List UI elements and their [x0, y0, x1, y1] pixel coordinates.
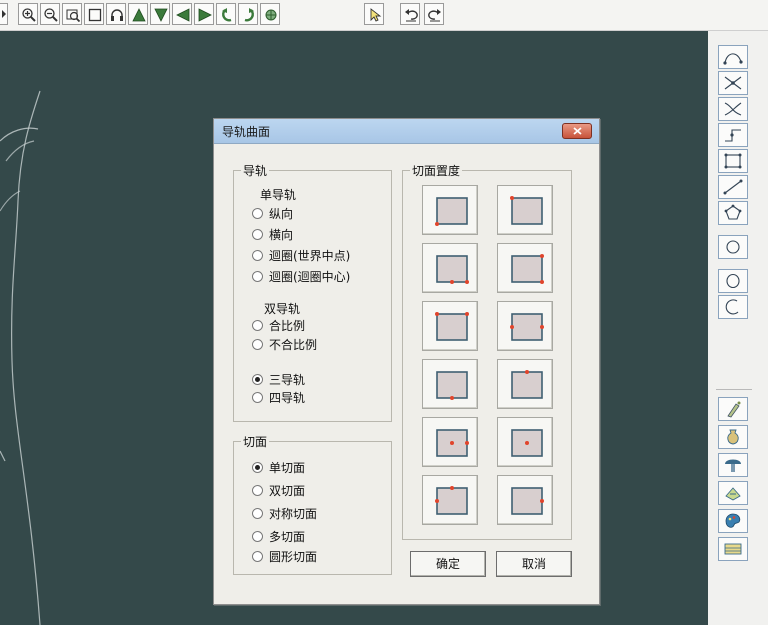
rectangle-icon[interactable]	[84, 3, 104, 25]
curve-step-icon[interactable]	[718, 123, 748, 147]
section-square-icon	[436, 371, 468, 400]
rotate-right-icon[interactable]	[238, 3, 258, 25]
undo-icon[interactable]	[400, 3, 420, 25]
layers-icon[interactable]	[718, 537, 748, 561]
radio-multi-section[interactable]: 多切面	[252, 528, 305, 544]
radio-circle[interactable]	[252, 484, 263, 496]
radio-circle-selected[interactable]	[252, 373, 263, 385]
section-square-icon	[511, 487, 544, 515]
palette-icon[interactable]	[718, 509, 748, 533]
radio-circle[interactable]	[252, 207, 263, 219]
ellipse-icon[interactable]	[718, 269, 748, 293]
spray-icon[interactable]	[718, 397, 748, 421]
close-button[interactable]	[562, 123, 592, 139]
radio-circle[interactable]	[252, 338, 263, 350]
section-square-icon	[436, 429, 469, 457]
cancel-button[interactable]: 取消	[496, 551, 572, 577]
circle-icon[interactable]	[718, 235, 748, 259]
curve-merge-icon[interactable]	[718, 97, 748, 121]
vase-icon[interactable]	[718, 425, 748, 449]
section-square-icon	[435, 486, 468, 515]
rail-group-title: 导轨	[241, 162, 270, 179]
section-square-icon	[436, 255, 469, 284]
ok-button[interactable]: 确定	[410, 551, 486, 577]
arc-icon[interactable]	[718, 295, 748, 319]
section-placement-tile[interactable]	[497, 359, 553, 409]
radio-circle[interactable]	[252, 550, 263, 562]
radio-circle[interactable]	[252, 319, 263, 331]
line-icon[interactable]	[718, 175, 748, 199]
section-placement-tile[interactable]	[422, 359, 478, 409]
dialog-title: 导轨曲面	[222, 125, 271, 139]
mushroom-icon[interactable]	[718, 453, 748, 477]
section-placement-tile[interactable]	[497, 301, 553, 351]
dialog-title-bar[interactable]: 导轨曲面	[214, 119, 599, 144]
rotate-left-icon[interactable]	[216, 3, 236, 25]
rotate-view-icon[interactable]	[260, 3, 280, 25]
rail-surface-dialog: 导轨曲面 导轨 单导轨 纵向 横向 迴圈(世界中点) 迴圈(迴圈中心) 双导轨 …	[213, 118, 600, 605]
radio-single-section[interactable]: 单切面	[252, 459, 305, 475]
radio-longitudinal[interactable]: 纵向	[252, 205, 293, 221]
radio-proportional[interactable]: 合比例	[252, 317, 305, 333]
section-square-icon	[435, 312, 469, 341]
top-toolbar	[0, 0, 768, 31]
section-square-icon	[511, 254, 544, 284]
radio-circle[interactable]	[252, 530, 263, 542]
arrow-down-icon[interactable]	[150, 3, 170, 25]
sketch-curves	[0, 90, 41, 625]
section-placement-tile[interactable]	[422, 417, 478, 467]
single-rail-title: 单导轨	[260, 188, 297, 202]
polygon-icon[interactable]	[718, 201, 748, 225]
radio-circle[interactable]	[252, 391, 263, 403]
zoom-in-icon[interactable]	[18, 3, 38, 25]
arrow-left-icon[interactable]	[172, 3, 192, 25]
section-square-icon	[510, 313, 544, 341]
radio-symmetric-section[interactable]: 对称切面	[252, 505, 317, 521]
section-square-icon	[511, 370, 543, 399]
radio-circle-selected[interactable]	[252, 461, 263, 473]
radio-circular-section[interactable]: 圆形切面	[252, 548, 317, 564]
radio-double-section[interactable]: 双切面	[252, 482, 305, 498]
radio-non-proportional[interactable]: 不合比例	[252, 336, 317, 352]
arrow-up-icon[interactable]	[128, 3, 148, 25]
radio-four-rails[interactable]: 四导轨	[252, 389, 305, 405]
caret-right-icon[interactable]	[0, 3, 8, 25]
radio-circle[interactable]	[252, 249, 263, 261]
radio-three-rails[interactable]: 三导轨	[252, 371, 305, 387]
section-placement-tile[interactable]	[422, 301, 478, 351]
toolbar-separator	[716, 389, 752, 390]
curve-bezier-icon[interactable]	[718, 45, 748, 69]
radio-circle[interactable]	[252, 270, 263, 282]
section-square-icon	[511, 429, 543, 457]
section-placement-tile[interactable]	[422, 185, 478, 235]
headphones-icon[interactable]	[106, 3, 126, 25]
curve-cross-icon[interactable]	[718, 71, 748, 95]
box-grid-icon[interactable]	[718, 149, 748, 173]
section-placement-tile[interactable]	[497, 417, 553, 467]
fill-icon[interactable]	[718, 481, 748, 505]
arrow-right-icon[interactable]	[194, 3, 214, 25]
section-placement-tile[interactable]	[422, 475, 478, 525]
section-square-icon	[435, 197, 468, 226]
section-placement-tile[interactable]	[497, 185, 553, 235]
section-group-title: 切面	[241, 433, 270, 450]
radio-transverse[interactable]: 横向	[252, 226, 293, 242]
double-rail-title: 双导轨	[264, 302, 301, 316]
redo-icon[interactable]	[424, 3, 444, 25]
radio-circle[interactable]	[252, 507, 263, 519]
section-placement-tile[interactable]	[497, 475, 553, 525]
section-square-icon	[510, 196, 543, 225]
section-placement-tile[interactable]	[497, 243, 553, 293]
zoom-window-icon[interactable]	[62, 3, 82, 25]
radio-loop-world-center[interactable]: 迴圈(世界中点)	[252, 247, 350, 263]
section-placement-title: 切面置度	[410, 162, 463, 179]
zoom-out-icon[interactable]	[40, 3, 60, 25]
radio-circle[interactable]	[252, 228, 263, 240]
pointer-icon[interactable]	[364, 3, 384, 25]
right-toolbar	[708, 31, 768, 625]
radio-loop-loop-center[interactable]: 迴圈(迴圈中心)	[252, 268, 350, 284]
close-icon	[573, 127, 582, 135]
section-placement-tile[interactable]	[422, 243, 478, 293]
